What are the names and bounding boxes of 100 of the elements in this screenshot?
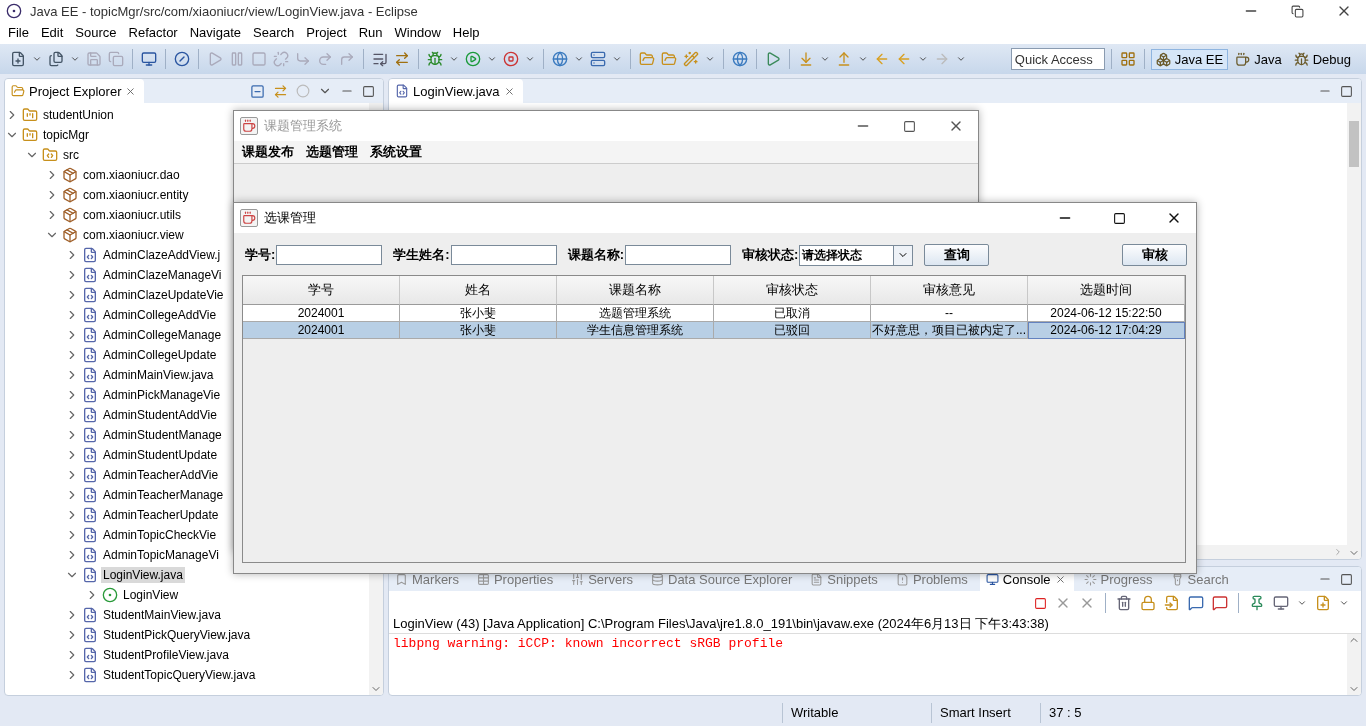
- view-tab[interactable]: Data Source Explorer: [645, 567, 801, 591]
- scrollbar-thumb[interactable]: [1349, 121, 1359, 167]
- perspective-button[interactable]: Debug: [1288, 48, 1356, 70]
- scrollbar[interactable]: [1347, 634, 1361, 695]
- tree-item[interactable]: AdminStudentAddVie: [101, 407, 219, 423]
- run-icon[interactable]: [463, 51, 483, 67]
- tree-item[interactable]: studentUnion: [41, 107, 116, 123]
- collapse-icon[interactable]: [248, 83, 267, 99]
- tree-item[interactable]: AdminCollegeManage: [101, 327, 224, 343]
- tree-item[interactable]: AdminTopicCheckVie: [101, 527, 219, 543]
- tree-item[interactable]: com.xiaoniucr.dao: [81, 167, 182, 183]
- column-header[interactable]: 审核状态: [714, 276, 871, 305]
- monitor-icon[interactable]: [139, 51, 159, 67]
- tree-item[interactable]: topicMgr: [41, 127, 91, 143]
- input-field[interactable]: [276, 245, 383, 265]
- maximize-icon[interactable]: [1111, 211, 1128, 225]
- perspective-button[interactable]: Java: [1230, 48, 1287, 70]
- column-header[interactable]: 审核意见: [871, 276, 1028, 305]
- perspective-button[interactable]: Java EE: [1150, 48, 1229, 70]
- tree-item[interactable]: StudentPickQueryView.java: [101, 627, 253, 643]
- column-header[interactable]: 选题时间: [1028, 276, 1185, 305]
- bug-icon[interactable]: [425, 51, 445, 67]
- tree-item[interactable]: AdminStudentUpdate: [101, 447, 220, 463]
- maximize-icon[interactable]: [360, 84, 377, 98]
- column-header[interactable]: 课题名称: [557, 276, 714, 305]
- input-field[interactable]: [450, 245, 557, 265]
- menu-item[interactable]: 系统设置: [364, 143, 428, 161]
- maximize-icon[interactable]: [1338, 572, 1355, 586]
- slashed-circle-icon[interactable]: [172, 51, 192, 67]
- menu-item[interactable]: Project: [300, 24, 353, 40]
- column-header[interactable]: 学号: [243, 276, 400, 305]
- tree-item[interactable]: LoginView.java: [101, 567, 185, 583]
- menu-item[interactable]: Run: [352, 24, 389, 40]
- tree-item[interactable]: AdminStudentManage: [101, 427, 224, 443]
- message-icon[interactable]: [1210, 595, 1230, 611]
- tree-item[interactable]: AdminTeacherManage: [101, 487, 226, 503]
- view-tab[interactable]: Servers: [565, 567, 641, 591]
- tree-item[interactable]: AdminClazeAddView.j: [101, 247, 223, 263]
- tree-item[interactable]: StudentMainView.java: [101, 607, 223, 623]
- server-icon[interactable]: [588, 51, 608, 67]
- tree-item[interactable]: com.xiaoniucr.utils: [81, 207, 184, 223]
- tree-item[interactable]: com.xiaoniucr.view: [81, 227, 186, 243]
- panel-tab[interactable]: Project Explorer: [5, 79, 145, 103]
- view-tab[interactable]: Markers: [389, 567, 467, 591]
- tree-item[interactable]: AdminCollegeAddVie: [101, 307, 219, 323]
- menu-item[interactable]: Navigate: [183, 24, 247, 40]
- tree-item[interactable]: StudentTopicQueryView.java: [101, 667, 258, 683]
- menu-item[interactable]: Window: [388, 24, 447, 40]
- stop-circle-icon[interactable]: [501, 51, 521, 67]
- folder-open-icon[interactable]: [637, 51, 657, 67]
- tree-item[interactable]: AdminTopicManageVi: [101, 547, 221, 563]
- table-cell: 学生信息管理系统: [557, 322, 714, 339]
- menu-item[interactable]: Source: [69, 24, 123, 40]
- table-row[interactable]: 2024001 张小斐 选题管理系统 已取消 -- 2024-06-12 15:22:50: [243, 305, 1185, 322]
- tree-item[interactable]: StudentProfileView.java: [101, 647, 231, 663]
- view-tab[interactable]: Search: [1164, 567, 1237, 591]
- tree-item[interactable]: AdminCollegeUpdate: [101, 347, 219, 363]
- action-button[interactable]: 审核: [1122, 244, 1187, 266]
- lock-icon[interactable]: [1138, 595, 1158, 611]
- tree-item[interactable]: AdminClazeUpdateVie: [101, 287, 226, 303]
- tree-item[interactable]: AdminTeacherAddVie: [101, 467, 221, 483]
- files-icon[interactable]: [46, 51, 66, 67]
- list-icon[interactable]: [370, 51, 390, 67]
- globe-icon[interactable]: [730, 51, 750, 67]
- quick-access-field[interactable]: Quick Access: [1010, 48, 1105, 70]
- menu-item[interactable]: Help: [446, 24, 486, 40]
- monitor-icon[interactable]: [1271, 595, 1291, 611]
- input-field[interactable]: [625, 245, 732, 265]
- tree-item[interactable]: AdminTeacherUpdate: [101, 507, 221, 523]
- scrollbar[interactable]: [1347, 103, 1361, 559]
- maximize-icon[interactable]: [1338, 84, 1355, 98]
- caret-icon[interactable]: [893, 245, 913, 265]
- tree-item[interactable]: AdminClazeManageVi: [101, 267, 224, 283]
- action-button[interactable]: 查询: [924, 244, 990, 266]
- menu-item[interactable]: 选题管理: [300, 143, 364, 161]
- status-dropdown[interactable]: 请选择状态: [799, 244, 914, 266]
- message-icon[interactable]: [1186, 595, 1206, 611]
- tree-item[interactable]: com.xiaoniucr.entity: [81, 187, 191, 203]
- menu-item[interactable]: 课题发布: [236, 143, 300, 161]
- view-tab[interactable]: Progress: [1077, 567, 1161, 591]
- menu-item[interactable]: Search: [247, 24, 301, 40]
- menu-item[interactable]: Edit: [34, 24, 70, 40]
- globe-icon[interactable]: [550, 51, 570, 67]
- folder-open-icon[interactable]: [659, 51, 679, 67]
- menu-item[interactable]: File: [2, 24, 35, 40]
- maximize-icon[interactable]: [901, 119, 918, 133]
- tree-item[interactable]: AdminMainView.java: [101, 367, 216, 383]
- table-row[interactable]: 2024001 张小斐 学生信息管理系统 已驳回 不好意思，项目已被内定了... 2024-06-12 17:04:29: [243, 322, 1185, 339]
- restore-icon[interactable]: [1289, 4, 1306, 18]
- menu-item[interactable]: Refactor: [122, 24, 184, 40]
- tree-item[interactable]: src: [61, 147, 81, 163]
- view-tab[interactable]: Snippets: [804, 567, 886, 591]
- tree-item[interactable]: AdminPickManageVie: [101, 387, 223, 403]
- view-tab[interactable]: Problems: [889, 567, 976, 591]
- wand-icon[interactable]: [681, 51, 701, 67]
- stop-icon[interactable]: [1032, 596, 1049, 610]
- column-header[interactable]: 姓名: [400, 276, 557, 305]
- view-tab[interactable]: Properties: [470, 567, 562, 591]
- tree-item[interactable]: LoginView: [121, 587, 181, 603]
- editor-tab[interactable]: LoginView.java: [389, 79, 523, 103]
